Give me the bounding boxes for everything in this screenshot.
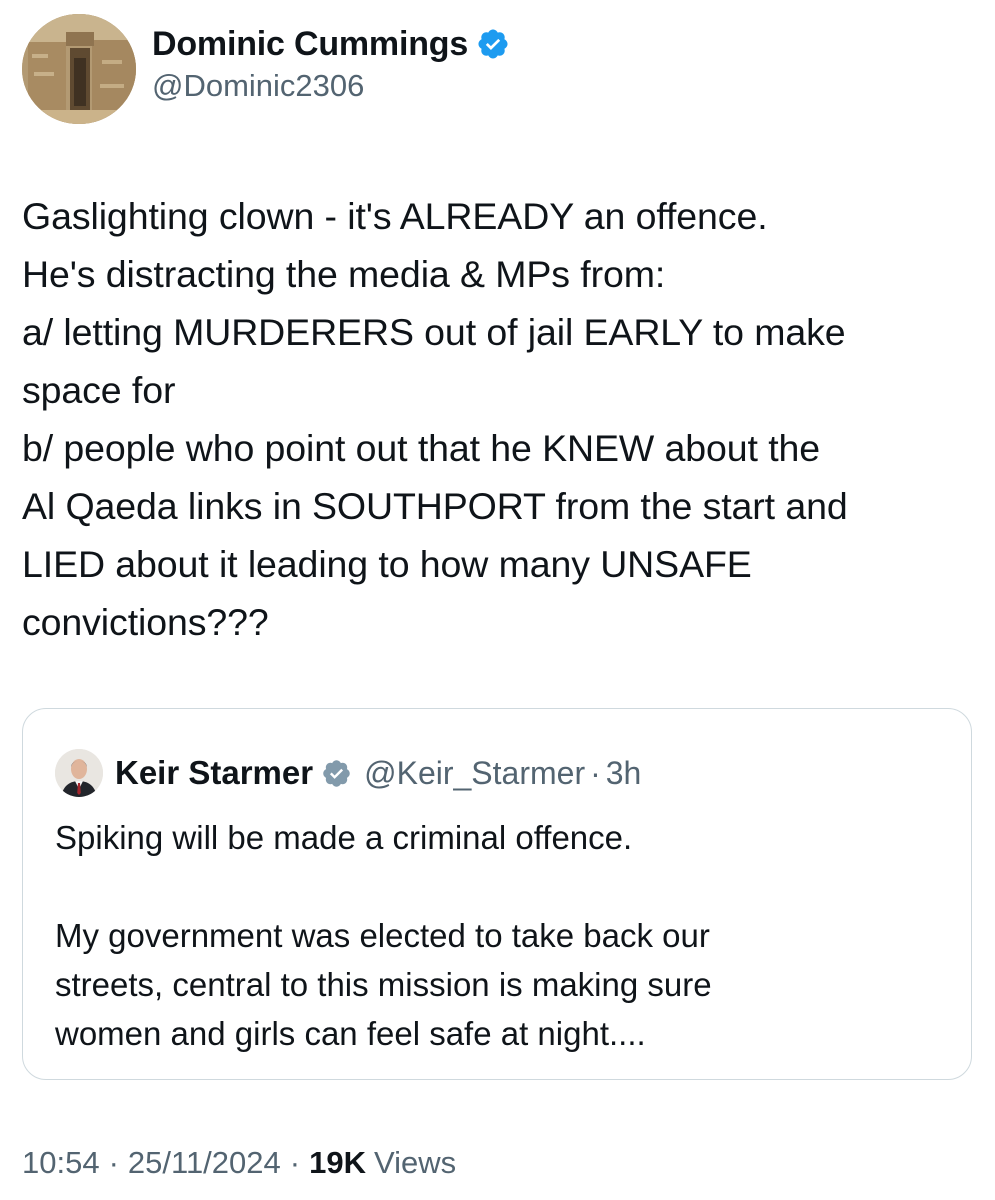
tweet-text-line: space for [22, 369, 176, 411]
tweet-text-line: LIED about it leading to how many UNSAFE [22, 543, 752, 585]
quoted-tweet-text: Spiking will be made a criminal offence.… [55, 813, 955, 1058]
tweet-meta-row: 10:54 · 25/11/2024 · 19K Views [22, 1140, 456, 1186]
display-name-row: Dominic Cummings [152, 22, 510, 66]
quoted-text-line: streets, central to this mission is maki… [55, 966, 712, 1003]
author-display-name[interactable]: Dominic Cummings [152, 25, 468, 64]
tweet-text-line: Al Qaeda links in SOUTHPORT from the sta… [22, 485, 848, 527]
quoted-author-handle[interactable]: @Keir_Starmer [364, 755, 585, 792]
quoted-time-separator: · [590, 754, 601, 791]
portrait-photo-icon [55, 749, 103, 797]
quoted-tweet-time[interactable]: 3h [606, 755, 642, 792]
quoted-author-display-name[interactable]: Keir Starmer [115, 754, 313, 792]
tweet-timestamp[interactable]: 10:54 [22, 1145, 100, 1181]
tweet-text-line: convictions??? [22, 601, 269, 643]
quoted-text-line: women and girls can feel safe at night..… [55, 1015, 646, 1052]
tweet-text-line: He's distracting the media & MPs from: [22, 253, 666, 295]
author-row: Dominic Cummings @Dominic2306 [22, 14, 510, 124]
views-label: Views [373, 1145, 457, 1180]
verified-badge-icon[interactable] [476, 27, 510, 61]
tweet-text-line: a/ letting MURDERERS out of jail EARLY t… [22, 311, 846, 353]
tweet-text: Gaslighting clown - it's ALREADY an offe… [22, 187, 977, 651]
stone-doorway-photo-icon [22, 14, 136, 124]
quoted-text-line: Spiking will be made a criminal offence. [55, 819, 633, 856]
author-avatar[interactable] [22, 14, 136, 124]
author-names: Dominic Cummings @Dominic2306 [152, 14, 510, 104]
meta-separator: · [289, 1145, 301, 1180]
author-handle[interactable]: @Dominic2306 [152, 68, 510, 104]
tweet-text-line: Gaslighting clown - it's ALREADY an offe… [22, 195, 768, 237]
views-count[interactable]: 19K [309, 1145, 366, 1181]
meta-separator: · [108, 1145, 119, 1180]
quoted-text-line: My government was elected to take back o… [55, 917, 710, 954]
tweet-card: Dominic Cummings @Dominic2306 Gaslightin… [0, 0, 995, 1200]
tweet-date[interactable]: 25/11/2024 [128, 1145, 281, 1181]
quoted-tweet-card[interactable]: Keir Starmer @Keir_Starmer · 3h Spiking … [22, 708, 972, 1080]
verified-gray-badge-icon[interactable] [321, 758, 352, 789]
quoted-tweet-header: Keir Starmer @Keir_Starmer · 3h [55, 745, 641, 801]
tweet-text-line: b/ people who point out that he KNEW abo… [22, 427, 821, 469]
quoted-author-avatar[interactable] [55, 749, 103, 797]
